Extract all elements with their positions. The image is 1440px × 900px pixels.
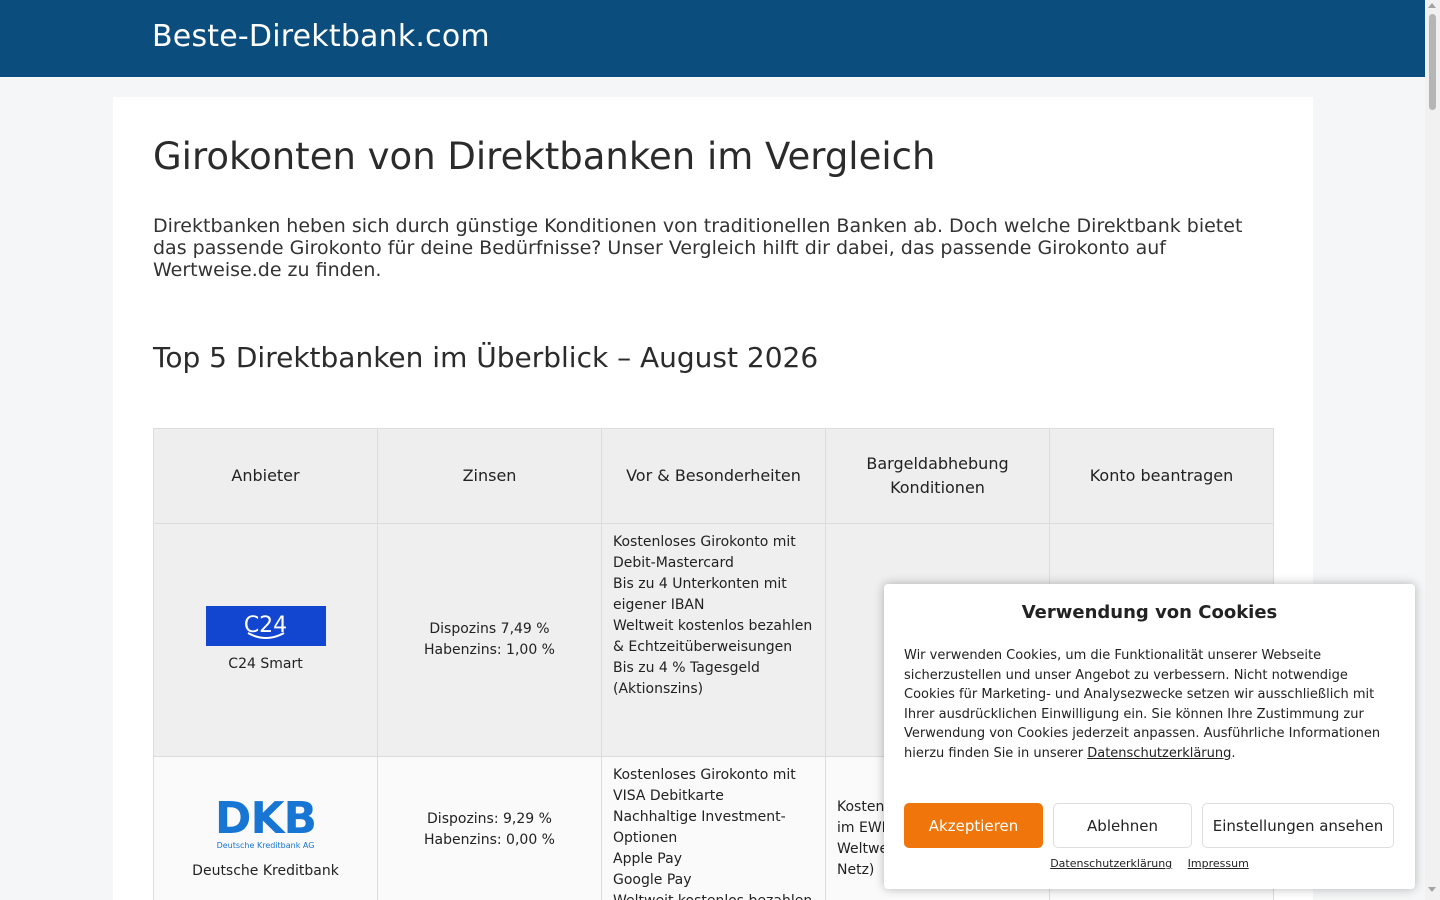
feature-item: Weltweit kostenlos bezahlen & Echtzeitüb… — [613, 618, 813, 655]
site-logo-link[interactable]: Beste-Direktbank.com — [152, 19, 490, 54]
header-features: Vor & Besonderheiten — [601, 428, 826, 524]
smile-icon — [247, 631, 284, 639]
provider-cell: DKB Deutsche Kreditbank AG Deutsche Kred… — [153, 756, 378, 900]
header-cash-conditions: Bargeldabhebung Konditionen — [825, 428, 1050, 524]
feature-item: Bis zu 4 Unterkonten mit eigener IBAN — [613, 576, 787, 613]
deny-cookies-button[interactable]: Ablehnen — [1053, 803, 1192, 848]
rates-cell: Dispozins: 9,29 % Habenzins: 0,00 % — [377, 756, 602, 900]
vertical-scrollbar[interactable] — [1425, 0, 1440, 900]
features-cell: Kostenloses Girokonto mit Debit-Masterca… — [601, 523, 826, 757]
header-provider: Anbieter — [153, 428, 378, 524]
section-title: Top 5 Direktbanken im Überblick – August… — [153, 341, 819, 374]
feature-item: Apple Pay — [613, 851, 682, 867]
provider-name: C24 Smart — [228, 655, 303, 672]
dispo-rate: Dispozins 7,49 % — [429, 621, 550, 637]
accept-cookies-button[interactable]: Akzeptieren — [904, 803, 1043, 848]
imprint-link[interactable]: Impressum — [1188, 857, 1249, 870]
cookie-title: Verwendung von Cookies — [1021, 602, 1278, 623]
feature-item: Nachhaltige Investment-Optionen — [613, 809, 786, 846]
cookie-settings-button[interactable]: Einstellungen ansehen — [1202, 803, 1394, 848]
dkb-logo-subtext: Deutsche Kreditbank AG — [216, 841, 315, 850]
scroll-up-arrow-icon[interactable] — [1428, 3, 1436, 8]
cookie-text: Wir verwenden Cookies, um die Funktional… — [904, 646, 1394, 764]
provider-cell: C24 C24 Smart — [153, 523, 378, 757]
header-rates: Zinsen — [377, 428, 602, 524]
feature-item: Bis zu 4 % Tagesgeld (Aktionszins) — [613, 660, 760, 697]
dkb-logo[interactable]: DKB Deutsche Kreditbank AG — [211, 797, 321, 851]
rates-cell: Dispozins 7,49 % Habenzins: 1,00 % — [377, 523, 602, 757]
scroll-thumb[interactable] — [1429, 14, 1436, 110]
cookie-text-end: . — [1231, 745, 1236, 761]
cookie-privacy-inline-link[interactable]: Datenschutzerklärung — [1087, 746, 1231, 761]
page-title: Girokonten von Direktbanken im Vergleich — [153, 135, 936, 178]
intro-paragraph: Direktbanken heben sich durch günstige K… — [153, 215, 1243, 281]
feature-item: Kostenloses Girokonto mit VISA Debitkart… — [613, 767, 796, 804]
features-cell: Kostenloses Girokonto mit VISA Debitkart… — [601, 756, 826, 900]
scroll-down-arrow-icon[interactable] — [1428, 887, 1436, 892]
site-header: Beste-Direktbank.com — [0, 0, 1425, 77]
feature-item: Weltweit kostenlos bezahlen — [613, 891, 814, 900]
cookie-consent-dialog: Verwendung von Cookies Wir verwenden Coo… — [884, 584, 1415, 889]
privacy-policy-link[interactable]: Datenschutzerklärung — [1050, 857, 1172, 870]
cookie-footer-links: Datenschutzerklärung Impressum — [884, 857, 1415, 870]
dispo-rate: Dispozins: 9,29 % — [427, 811, 552, 827]
c24-logo[interactable]: C24 — [205, 605, 326, 646]
credit-rate: Habenzins: 1,00 % — [424, 642, 555, 658]
cookie-text-body: Wir verwenden Cookies, um die Funktional… — [904, 648, 1381, 761]
table-header-row: Anbieter Zinsen Vor & Besonderheiten Bar… — [153, 428, 1274, 524]
provider-name: Deutsche Kreditbank — [192, 863, 339, 879]
feature-item: Kostenloses Girokonto mit Debit-Masterca… — [613, 534, 796, 571]
dkb-logo-text: DKB — [214, 793, 317, 844]
credit-rate: Habenzins: 0,00 % — [424, 832, 555, 848]
feature-item: Google Pay — [613, 872, 692, 888]
header-apply: Konto beantragen — [1049, 428, 1274, 524]
